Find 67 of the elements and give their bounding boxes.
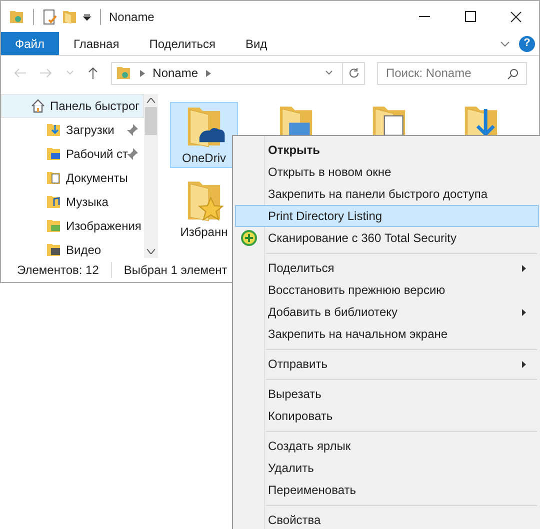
scrollbar[interactable] [144, 94, 158, 258]
folder-icon [46, 146, 62, 162]
submenu-arrow-icon [522, 360, 526, 368]
menu-item[interactable]: Восстановить прежнюю версию [235, 279, 539, 301]
menu-item[interactable]: Открыть [235, 139, 539, 161]
folder-icon [116, 65, 132, 81]
menu-item[interactable]: Закрепить на панели быстрого доступа [235, 183, 539, 205]
menu-item[interactable]: Закрепить на начальном экране [235, 323, 539, 345]
help-button[interactable]: ? [519, 36, 535, 52]
nav-item[interactable]: Видео [1, 238, 144, 258]
menu-item[interactable]: Сканирование с 360 Total Security [235, 227, 539, 249]
menu-item[interactable]: Print Directory Listing [235, 205, 539, 227]
menu-item[interactable]: Отправить [235, 353, 539, 375]
search-field[interactable]: Поиск: Noname [377, 62, 527, 84]
ribbon-tab[interactable]: Главная [58, 32, 134, 55]
folder-icon [46, 242, 62, 258]
close-icon [510, 10, 522, 22]
nav-item[interactable]: Рабочий ст [1, 142, 144, 166]
nav-label: Рабочий ст [66, 146, 128, 163]
folder-icon [46, 218, 62, 234]
folder-icon [46, 170, 62, 186]
nav-label: Изображения [66, 218, 142, 235]
properties-icon[interactable] [42, 8, 58, 24]
home-icon [30, 98, 46, 114]
submenu-arrow-icon [522, 308, 526, 316]
dropdown-caret-icon[interactable] [82, 12, 92, 22]
folder-icon [46, 194, 62, 210]
nav-label: Загрузки [66, 122, 114, 139]
nav-label: Видео [66, 242, 102, 258]
breadcrumb-arrow-icon[interactable] [206, 70, 212, 76]
selection-status: Выбран 1 элемент [124, 262, 228, 279]
menu-item[interactable]: Создать ярлык [235, 435, 539, 457]
address-bar[interactable]: Noname [110, 62, 365, 84]
up-arrow-icon[interactable] [86, 66, 99, 80]
file-item[interactable]: OneDriv [170, 102, 238, 168]
nav-label: Панель быстрог [50, 98, 140, 115]
scroll-thumb[interactable] [145, 107, 157, 135]
nav-item[interactable]: Загрузки [1, 118, 144, 142]
menu-item[interactable]: Копировать [235, 405, 539, 427]
menu-item[interactable]: Свойства [235, 509, 539, 529]
menu-item[interactable]: Переименовать [235, 479, 539, 501]
file-name: OneDriv [182, 150, 226, 167]
menu-item[interactable]: Поделиться [235, 257, 539, 279]
ribbon-tab[interactable]: Вид [230, 32, 282, 55]
nav-label: Документы [66, 170, 128, 187]
folder-icon [46, 122, 62, 138]
menu-item[interactable]: Открыть в новом окне [235, 161, 539, 183]
nav-label: Музыка [66, 194, 108, 211]
window-title: Noname [109, 8, 154, 26]
file-name: Избранн [180, 224, 228, 241]
nav-item[interactable]: Изображения [1, 214, 144, 238]
breadcrumb-arrow-icon[interactable] [140, 70, 145, 76]
refresh-icon[interactable] [348, 67, 360, 79]
address-path[interactable]: Noname [152, 64, 198, 82]
menu-item[interactable]: Добавить в библиотеку [235, 301, 539, 323]
menu-item[interactable]: Вырезать [235, 383, 539, 405]
nav-item[interactable]: Документы [1, 166, 144, 190]
ribbon-tab[interactable]: Файл [1, 32, 59, 55]
menu-item[interactable]: Удалить [235, 457, 539, 479]
nav-item[interactable]: Музыка [1, 190, 144, 214]
search-icon [507, 68, 519, 80]
folder-icon [9, 8, 25, 24]
submenu-arrow-icon [522, 264, 526, 272]
ribbon-tab[interactable]: Поделиться [134, 32, 230, 55]
item-count: Элементов: 12 [17, 262, 99, 279]
file-item[interactable]: Избранн [170, 176, 238, 242]
nav-item[interactable]: Панель быстрог [1, 94, 144, 118]
